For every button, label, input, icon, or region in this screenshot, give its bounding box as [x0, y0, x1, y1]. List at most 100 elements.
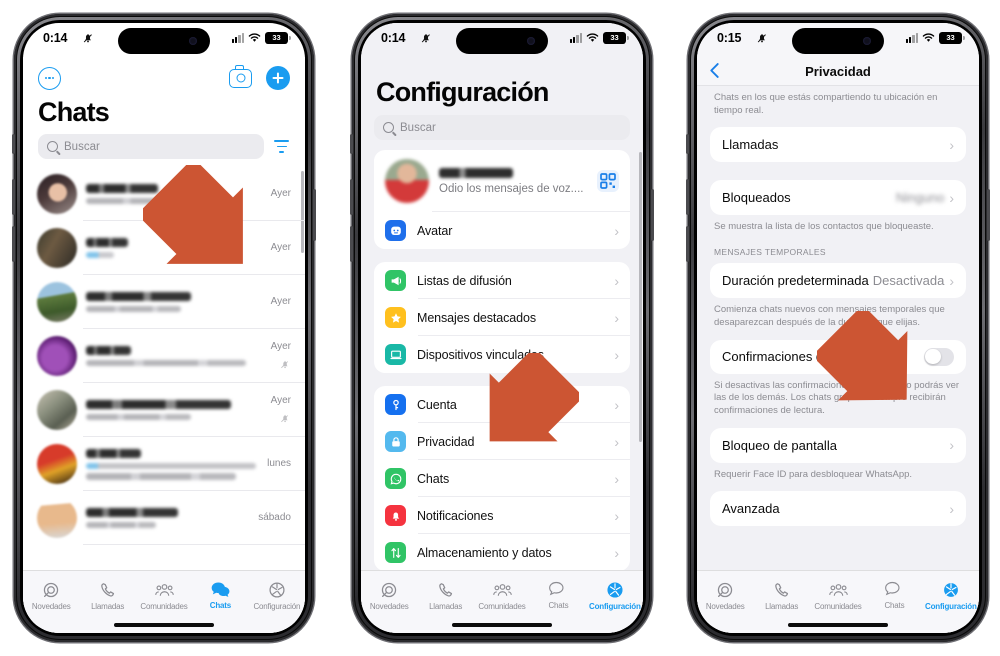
tab-label: Comunidades: [478, 601, 526, 611]
tab-configuracion[interactable]: Configuración: [587, 580, 643, 611]
tab-comunidades[interactable]: Comunidades: [810, 580, 866, 611]
battery-indicator: 33: [603, 32, 629, 44]
tab-chats[interactable]: Chats: [192, 580, 248, 610]
chat-list-item[interactable]: Ayer: [23, 329, 305, 383]
tab-comunidades[interactable]: Comunidades: [474, 580, 530, 611]
plus-icon[interactable]: [266, 66, 290, 90]
scrollbar[interactable]: [639, 152, 642, 442]
cellular-icon: [569, 33, 582, 43]
power-button[interactable]: [313, 189, 316, 241]
tab-label: Chats: [548, 601, 569, 610]
privacy-item-avanzada[interactable]: Avanzada ›: [710, 491, 966, 526]
settings-item-listas-de-difusion[interactable]: Listas de difusión ›: [374, 262, 630, 299]
chat-list-item[interactable]: Ayer: [23, 275, 305, 329]
privacy-group-bloqueados: Bloqueados Ninguno ›: [710, 180, 966, 216]
home-indicator[interactable]: [697, 617, 979, 633]
volume-down-button[interactable]: [686, 226, 689, 262]
battery-level: 33: [272, 33, 281, 42]
settings-item-notificaciones[interactable]: Notificaciones ›: [374, 497, 630, 534]
volume-down-button[interactable]: [12, 226, 15, 262]
search-icon: [47, 141, 58, 152]
settings-item-mensajes-destacados[interactable]: Mensajes destacados ›: [374, 299, 630, 336]
updates-icon: [382, 582, 397, 597]
gear-icon: [607, 581, 623, 598]
chats-icon: [885, 581, 900, 596]
privacy-item-duracion-predeterminada[interactable]: Duración predeterminada Desactivada ›: [710, 263, 966, 298]
profile-status: Odio los mensajes de voz....: [439, 182, 584, 195]
status-bar: 0:14 33: [23, 23, 305, 57]
battery-level: 33: [610, 33, 619, 42]
status-bar: 0:15 33: [697, 23, 979, 57]
cellular-icon: [905, 33, 918, 43]
wifi-icon: [586, 33, 599, 42]
home-indicator[interactable]: [23, 617, 305, 633]
chat-timestamp: Ayer: [270, 340, 291, 352]
privacy-item-llamadas[interactable]: Llamadas ›: [710, 127, 966, 162]
chevron-right-icon: ›: [614, 222, 619, 239]
mute-switch[interactable]: [686, 134, 689, 154]
mute-icon: [281, 414, 289, 422]
volume-up-button[interactable]: [350, 179, 353, 215]
read-receipts-toggle[interactable]: [924, 347, 954, 366]
privacy-item-bloqueo-de-pantalla[interactable]: Bloqueo de pantalla ›: [710, 428, 966, 463]
settings-item-almacenamiento-y-datos[interactable]: Almacenamiento y datos ›: [374, 534, 630, 570]
laptop-icon: [385, 344, 406, 365]
tab-label: Configuración: [589, 601, 641, 611]
settings-item-avatar[interactable]: Avatar ›: [374, 212, 630, 249]
chevron-left-icon[interactable]: [709, 62, 720, 79]
cellular-icon: [231, 33, 244, 43]
arrows-updown-icon: [385, 542, 406, 563]
blocked-count-value: Ninguno: [895, 190, 945, 206]
camera-icon[interactable]: [229, 65, 252, 88]
volume-up-button[interactable]: [12, 179, 15, 215]
privacy-item-label: Llamadas: [722, 137, 779, 153]
power-button[interactable]: [987, 189, 990, 241]
qr-code-icon[interactable]: [597, 170, 619, 192]
tab-llamadas[interactable]: Llamadas: [753, 580, 809, 611]
tab-llamadas[interactable]: Llamadas: [79, 580, 135, 611]
phone-screen: 0:14 33 Chats Buscar Ayer Ayer Ayer Ayer…: [23, 23, 305, 633]
tab-novedades[interactable]: Novedades: [697, 580, 753, 611]
chevron-right-icon: ›: [614, 470, 619, 487]
tab-llamadas[interactable]: Llamadas: [417, 580, 473, 611]
privacy-item-label: Duración predeterminada: [722, 273, 869, 289]
tab-novedades[interactable]: Novedades: [361, 580, 417, 611]
search-placeholder: Buscar: [400, 121, 436, 134]
updates-icon: [718, 582, 733, 597]
chat-timestamp: lunes: [267, 457, 291, 469]
phone-screen: 0:15 33 Privacidad Chats en los que está…: [697, 23, 979, 633]
search-input[interactable]: Buscar: [38, 134, 264, 159]
filter-icon[interactable]: [273, 140, 290, 153]
privacy-item-label: Avanzada: [722, 501, 780, 517]
chats-icon: [549, 581, 564, 596]
tab-chats[interactable]: Chats: [866, 580, 922, 610]
chevron-right-icon: ›: [949, 272, 954, 289]
power-button[interactable]: [651, 189, 654, 241]
privacy-item-bloqueados[interactable]: Bloqueados Ninguno ›: [710, 180, 966, 215]
tab-configuracion[interactable]: Configuración: [923, 580, 979, 611]
search-input[interactable]: Buscar: [374, 115, 630, 140]
mute-switch[interactable]: [350, 134, 353, 154]
chat-list-item[interactable]: Ayer: [23, 383, 305, 437]
status-indicators: 33: [231, 32, 291, 44]
chat-list-item[interactable]: sábado: [23, 491, 305, 545]
phone-chats: 0:14 33 Chats Buscar Ayer Ayer Ayer Ayer…: [12, 14, 316, 642]
volume-down-button[interactable]: [350, 226, 353, 262]
nav-bar: Privacidad: [697, 57, 979, 86]
more-circle-icon[interactable]: [38, 66, 61, 90]
tab-configuracion[interactable]: Configuración: [249, 580, 305, 611]
tab-novedades[interactable]: Novedades: [23, 580, 79, 611]
settings-item-label: Almacenamiento y datos: [417, 545, 552, 560]
settings-item-label: Chats: [417, 471, 450, 486]
home-indicator[interactable]: [361, 617, 643, 633]
mute-switch[interactable]: [12, 134, 15, 154]
tab-chats[interactable]: Chats: [530, 580, 586, 610]
phone-icon: [438, 582, 452, 597]
volume-up-button[interactable]: [686, 179, 689, 215]
tab-label: Novedades: [369, 601, 409, 611]
chat-timestamp: sábado: [258, 511, 291, 523]
settings-item-chats[interactable]: Chats ›: [374, 460, 630, 497]
profile-row[interactable]: Odio los mensajes de voz....: [374, 150, 630, 212]
tab-comunidades[interactable]: Comunidades: [136, 580, 192, 611]
chat-list-item[interactable]: lunes: [23, 437, 305, 491]
